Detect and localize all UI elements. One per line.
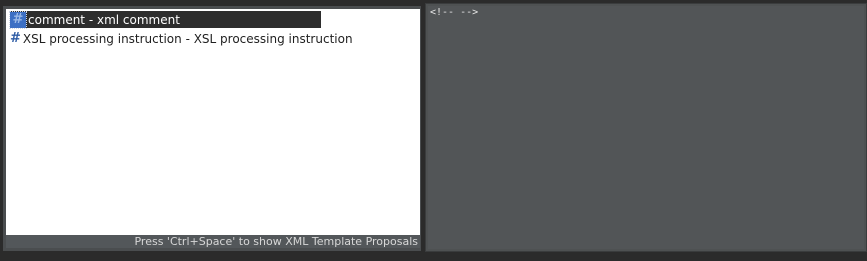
hash-template-icon: # — [10, 30, 21, 46]
template-preview-popup: <!-- --> — [425, 3, 867, 252]
proposal-label: XSL processing instruction - XSL process… — [22, 31, 353, 46]
content-assist-popup: # comment - xml comment # XSL processing… — [3, 6, 421, 251]
proposal-item-xsl-processing-instruction[interactable]: # XSL processing instruction - XSL proce… — [10, 30, 353, 47]
proposal-list[interactable]: # comment - xml comment # XSL processing… — [6, 9, 420, 235]
hash-template-icon: # — [9, 10, 27, 29]
proposal-label: comment - xml comment — [28, 12, 180, 27]
template-preview-text: <!-- --> — [430, 7, 479, 18]
status-hint: Press 'Ctrl+Space' to show XML Template … — [6, 235, 420, 248]
template-preview-area: <!-- --> — [428, 6, 864, 249]
proposal-item-comment[interactable]: # comment - xml comment — [9, 10, 321, 29]
